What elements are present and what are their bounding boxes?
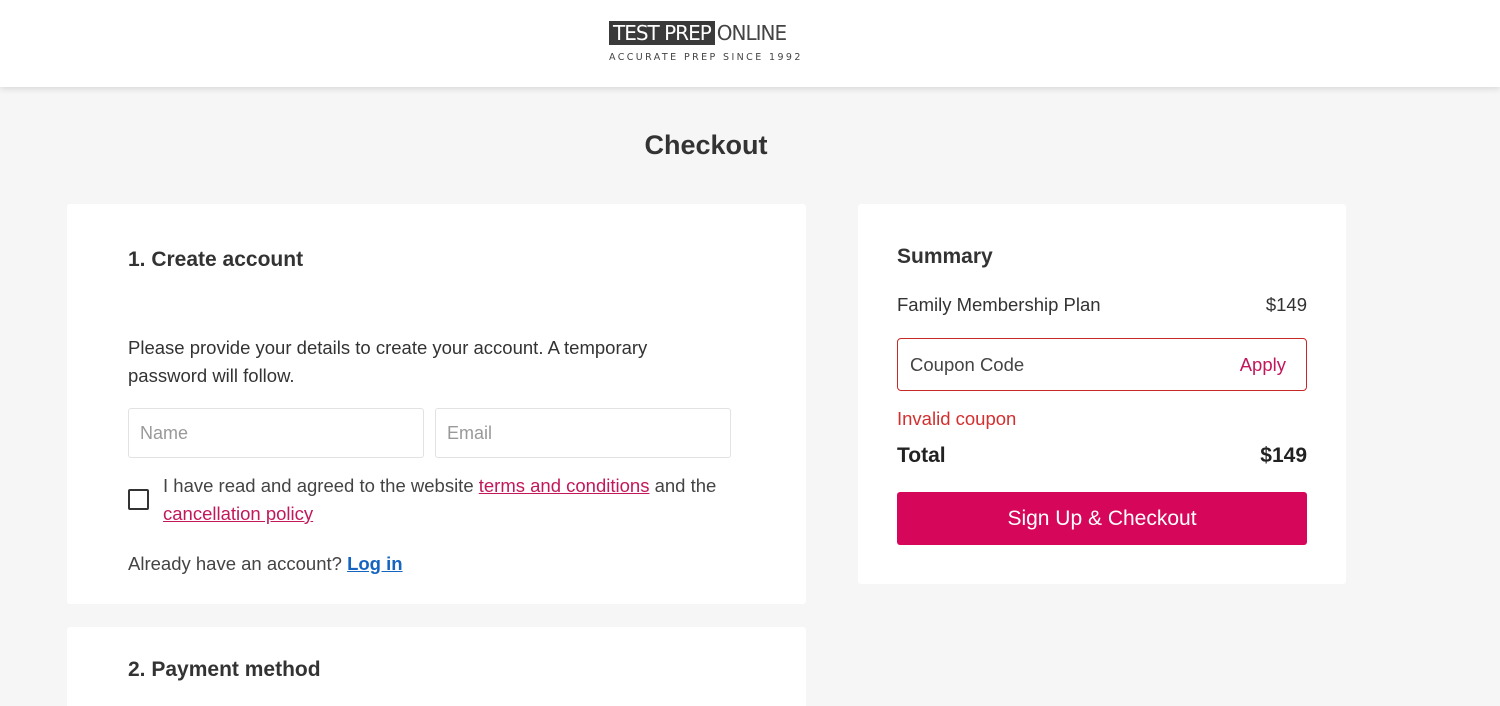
login-link[interactable]: Log in <box>347 553 402 574</box>
account-intro-text: Please provide your details to create yo… <box>128 337 648 386</box>
terms-and-conditions-link[interactable]: terms and conditions <box>479 475 650 496</box>
logo-wordmark: TEST PREP ONLINE <box>609 20 809 46</box>
create-account-heading: 1. Create account <box>128 248 304 271</box>
coupon-error-message: Invalid coupon <box>897 408 1017 429</box>
cancellation-policy-link[interactable]: cancellation policy <box>163 503 313 524</box>
login-prompt-text: Already have an account? <box>128 553 342 574</box>
plan-row: Family Membership Plan $149 <box>897 294 1307 316</box>
sign-up-checkout-button[interactable]: Sign Up & Checkout <box>897 492 1307 545</box>
payment-method-heading: 2. Payment method <box>128 658 321 681</box>
summary-card: Summary Family Membership Plan $149 Appl… <box>858 204 1346 584</box>
testprep-online-logo[interactable]: TEST PREP ONLINE ACCURATE PREP SINCE 199… <box>609 20 809 66</box>
name-input[interactable] <box>128 408 424 458</box>
logo-online: ONLINE <box>716 21 787 45</box>
coupon-input[interactable] <box>910 353 1210 376</box>
payment-method-card: 2. Payment method <box>67 627 806 706</box>
total-label: Total <box>897 444 946 467</box>
create-account-card: 1. Create account Please provide your de… <box>67 204 806 604</box>
email-input[interactable] <box>435 408 731 458</box>
logo-test-prep: TEST PREP <box>609 21 715 45</box>
coupon-field: Apply <box>897 338 1307 391</box>
logo-tagline: ACCURATE PREP SINCE 1992 <box>609 52 803 63</box>
terms-checkbox[interactable] <box>128 489 149 510</box>
total-value: $149 <box>1260 444 1307 467</box>
total-row: Total $149 <box>897 444 1307 468</box>
terms-agreement-text: I have read and agreed to the website te… <box>163 472 743 528</box>
page-title: Checkout <box>644 130 768 160</box>
apply-coupon-button[interactable]: Apply <box>1240 354 1286 376</box>
login-prompt: Already have an account? Log in <box>128 553 403 575</box>
agree-mid: and the <box>654 475 717 496</box>
plan-name: Family Membership Plan <box>897 294 1101 315</box>
agree-prefix: I have read and agreed to the website <box>163 475 474 496</box>
site-header: TEST PREP ONLINE ACCURATE PREP SINCE 199… <box>0 0 1500 87</box>
summary-heading: Summary <box>897 245 993 268</box>
plan-price: $149 <box>1265 294 1307 315</box>
